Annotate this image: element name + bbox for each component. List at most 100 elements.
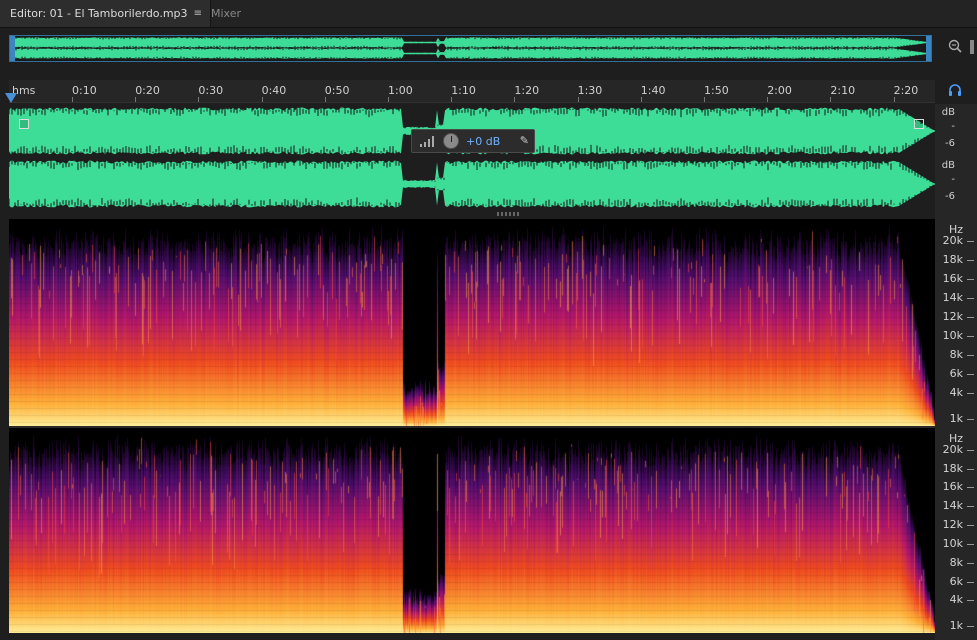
ruler-tick-mark [767,97,769,102]
frequency-tick [967,525,974,527]
zoom-out-icon[interactable] [944,38,966,60]
headphones-icon[interactable] [944,82,966,104]
frequency-label: 16k [942,272,963,285]
frequency-label: 14k [942,499,963,513]
frequency-label: 20k [942,442,963,456]
fade-in-handle[interactable] [19,119,29,129]
db-scale-ch2-unit: dB [941,160,955,171]
ruler-tick-label: 1:00 [388,84,413,97]
ruler-tick-mark [640,97,642,102]
ruler-tick-mark [893,97,895,102]
frequency-label: 10k [942,536,963,550]
frequency-tick [967,374,974,375]
ruler-tick-label: 0:20 [135,84,160,97]
ruler-tick-label: 1:20 [514,84,540,97]
frequency-scale-bottom: Hz 20k 18k 16k 14k 12k 10k 8k 6k 4k 1k [936,428,977,633]
playhead-marker[interactable] [5,93,17,103]
frequency-scale-top: Hz 20k 18k 16k 14k 12k 10k 8k 6k 4k 1k [936,219,977,426]
ruler-tick-mark [72,97,73,102]
ruler-tick-mark [704,97,705,102]
frequency-label: 12k [942,518,963,532]
ruler-tick-label: 0:30 [198,84,224,97]
volume-value: +0 dB [466,135,501,148]
ruler-tick-label: 2:10 [830,84,856,97]
frequency-tick [967,279,974,280]
overview-range-end-handle[interactable] [926,36,931,61]
tab-mixer[interactable]: Mixer [201,0,251,27]
overview-waveform[interactable] [9,35,932,62]
ruler-tick-label: 1:40 [640,84,666,97]
waveform-display[interactable] [9,104,935,212]
db-scale-ch1-unit: dB [941,107,955,118]
ruler-tick-label: 1:30 [577,84,603,97]
tab-bar: Editor: 01 - El Tamborilerdo.mp3 ≡ Mixer [0,0,977,28]
frequency-tick [967,419,974,420]
spectral-display-channel-1[interactable] [9,219,935,426]
frequency-tick [967,468,974,470]
db-scale-ch2-mid: - [951,174,955,185]
volume-knob[interactable] [443,133,459,149]
ruler-tick-mark [388,97,389,102]
frequency-tick [967,562,974,564]
frequency-tick [967,506,974,508]
ruler-tick-mark [514,97,516,102]
frequency-label: 16k [942,480,963,494]
frequency-tick [967,600,974,602]
panel-edge-marker [970,40,974,54]
frequency-tick [967,260,974,261]
tab-editor[interactable]: Editor: 01 - El Tamborilerdo.mp3 ≡ [0,0,211,27]
frequency-label: 18k [942,253,963,266]
ruler-tick-mark [830,97,832,102]
level-bars-icon [420,135,436,147]
db-scale: dB - -6 dB - -6 [937,104,975,212]
frequency-tick [967,298,974,299]
frequency-tick [967,336,974,337]
frequency-tick [967,241,974,242]
ruler-tick-mark [135,97,137,102]
fade-out-handle[interactable] [914,119,924,129]
time-ruler[interactable]: hms 0:10 0:20 0:30 0:40 0:50 1:00 1:10 1:20 1:30… [9,80,935,103]
frequency-label: 8k [949,348,963,361]
frequency-label: 14k [942,291,963,304]
frequency-label: 10k [942,329,963,342]
spectrogram-channel-2 [9,428,935,633]
frequency-label: 4k [949,386,963,399]
frequency-label: 6k [949,367,963,380]
ruler-tick-label: 1:10 [451,84,476,97]
ruler-tick-mark [577,97,579,102]
ruler-tick-label: 0:10 [72,84,97,97]
frequency-tick [967,626,974,628]
frequency-tick [967,449,974,451]
volume-hud[interactable]: +0 dB ✎ [411,129,535,153]
db-scale-ch1-value: -6 [945,138,955,149]
panel-resize-grip[interactable] [497,212,521,216]
frequency-label: 8k [949,555,963,569]
tab-editor-label: Editor: 01 - El Tamborilerdo.mp3 [10,7,188,20]
db-scale-ch2-value: -6 [945,191,955,202]
frequency-label: 1k [949,619,963,633]
ruler-tick-label: 0:50 [324,84,350,97]
frequency-label: 18k [942,461,963,475]
ruler-tick-label: 1:50 [704,84,729,97]
ruler-tick-mark [261,97,263,102]
ruler-tick-label: 2:00 [767,84,792,97]
frequency-label: 1k [949,412,963,425]
pin-icon[interactable]: ✎ [520,134,529,147]
frequency-tick [967,487,974,489]
db-scale-ch1-mid: - [951,121,955,132]
ruler-tick-label: 2:20 [893,84,919,97]
ruler-tick-mark [198,97,200,102]
frequency-tick [967,393,974,394]
frequency-label: 6k [949,574,963,588]
spectral-display-channel-2[interactable] [9,428,935,633]
waveform-graphic [9,107,935,208]
frequency-tick [967,317,974,318]
ruler-tick-mark [451,97,453,102]
frequency-tick [967,355,974,356]
frequency-label: 12k [942,310,963,323]
spectrogram-channel-1 [9,219,935,426]
frequency-tick [967,543,974,545]
overview-range-start-handle[interactable] [10,36,15,61]
waveform-channel-2 [9,160,935,208]
overview-waveform-graphic [10,37,930,59]
